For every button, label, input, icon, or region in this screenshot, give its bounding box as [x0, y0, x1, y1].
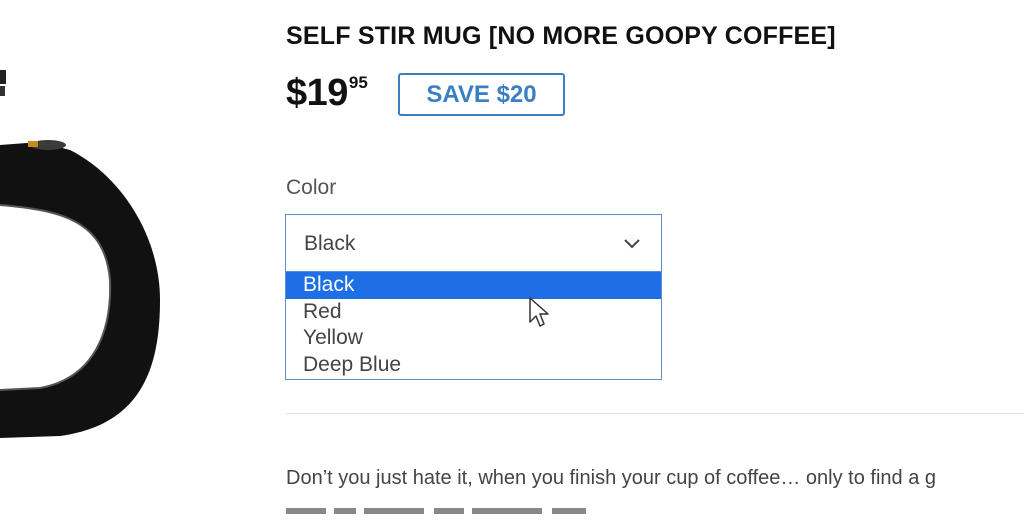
save-badge: SAVE $20: [398, 73, 565, 116]
section-divider: [286, 413, 1024, 414]
product-description: Don’t you just hate it, when you finish …: [286, 467, 937, 489]
mug-image: [0, 70, 160, 438]
color-label: Color: [286, 176, 337, 199]
color-option-red[interactable]: Red: [286, 299, 661, 326]
product-image: [0, 0, 250, 531]
price-main: $19: [286, 72, 348, 114]
price-cents: 95: [348, 73, 368, 92]
color-select[interactable]: Black: [285, 214, 662, 272]
product-title: SELF STIR MUG [NO MORE GOOPY COFFEE]: [286, 22, 836, 50]
product-price: $1995: [286, 72, 368, 115]
color-option-black[interactable]: Black: [286, 272, 661, 299]
description-next-line: [286, 500, 686, 514]
chevron-down-icon: [623, 237, 641, 255]
color-option-yellow[interactable]: Yellow: [286, 325, 661, 352]
mouse-pointer-icon: [528, 296, 550, 335]
color-dropdown-list: Black Red Yellow Deep Blue: [285, 271, 662, 380]
color-option-deep-blue[interactable]: Deep Blue: [286, 352, 661, 379]
color-select-value: Black: [304, 232, 356, 255]
